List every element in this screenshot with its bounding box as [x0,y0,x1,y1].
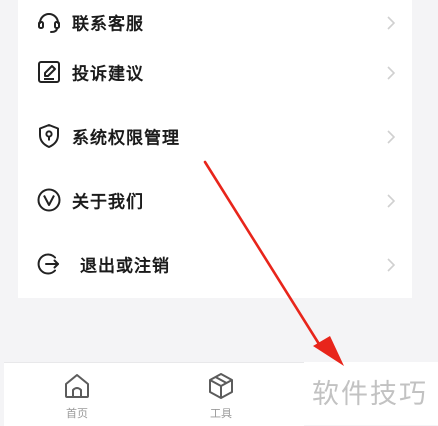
menu-item-about-us[interactable]: 关于我们 [18,168,412,232]
menu-item-feedback[interactable]: 投诉建议 [18,40,412,104]
tab-label: 工具 [210,407,232,420]
chevron-right-icon [386,257,396,272]
tab-home[interactable]: 首页 [42,363,112,423]
menu-item-label: 投诉建议 [72,64,144,85]
logout-icon [36,251,62,277]
headset-icon [36,9,62,35]
toolbox-cube-icon [206,371,236,401]
shield-lock-icon [36,123,62,149]
tab-tools[interactable]: 工具 [186,363,256,423]
menu-item-label: 联系客服 [72,14,144,35]
edit-note-icon [36,59,62,85]
settings-menu-card: 联系客服 投诉建议 系统权限管理 关于我们 退出或注销 [18,0,412,298]
menu-item-label: 关于我们 [72,192,144,213]
home-icon [62,371,92,401]
menu-item-logout[interactable]: 退出或注销 [18,232,412,296]
tab-label: 首页 [66,407,88,420]
menu-item-label: 退出或注销 [80,256,170,277]
watermark: 软件技巧 [312,379,428,410]
chevron-right-icon [386,193,396,208]
chevron-right-icon [386,65,396,80]
menu-item-permissions[interactable]: 系统权限管理 [18,104,412,168]
chevron-right-icon [386,129,396,144]
chevron-right-icon [386,15,396,30]
menu-item-label: 系统权限管理 [72,128,180,149]
bottom-tab-bar: 首页 工具 [4,362,304,426]
v-badge-icon [36,187,62,213]
